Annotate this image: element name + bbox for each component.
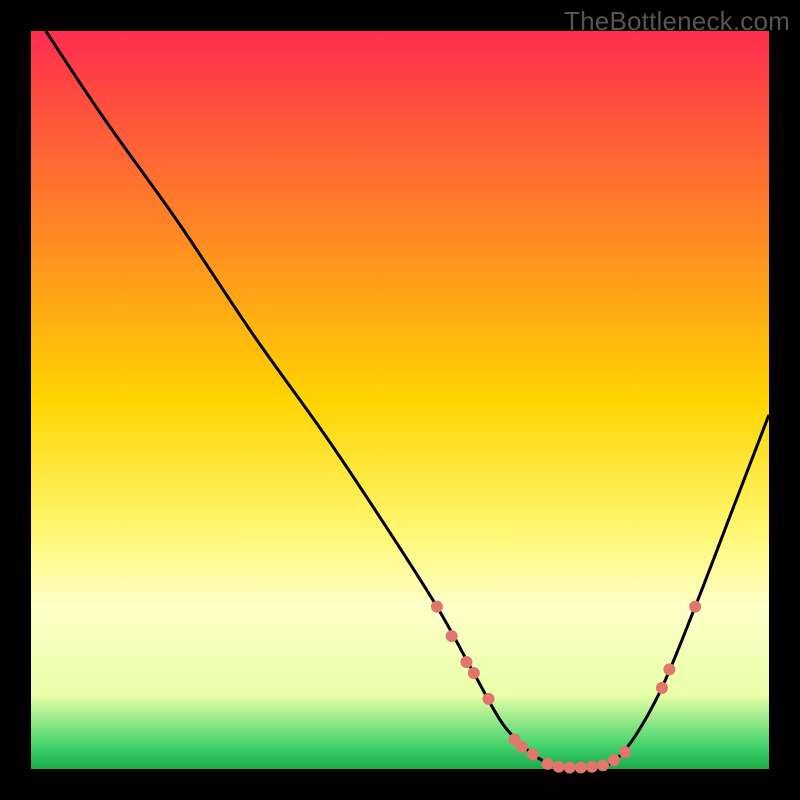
curve-marker	[446, 630, 458, 642]
curve-marker	[431, 601, 443, 613]
curve-marker	[516, 741, 528, 753]
curve-marker	[460, 656, 472, 668]
curve-marker	[586, 761, 598, 773]
curve-marker	[553, 761, 565, 773]
curve-marker	[468, 667, 480, 679]
chart-plot-area	[31, 31, 769, 769]
curve-marker	[597, 759, 609, 771]
chart-container: TheBottleneck.com	[0, 0, 800, 800]
bottleneck-chart	[0, 0, 800, 800]
curve-marker	[656, 682, 668, 694]
watermark-text: TheBottleneck.com	[564, 6, 790, 37]
curve-marker	[575, 762, 587, 774]
curve-marker	[689, 601, 701, 613]
curve-marker	[542, 758, 554, 770]
curve-marker	[564, 762, 576, 774]
curve-marker	[483, 693, 495, 705]
curve-marker	[663, 663, 675, 675]
curve-marker	[608, 754, 620, 766]
curve-marker	[527, 748, 539, 760]
curve-marker	[619, 746, 631, 758]
